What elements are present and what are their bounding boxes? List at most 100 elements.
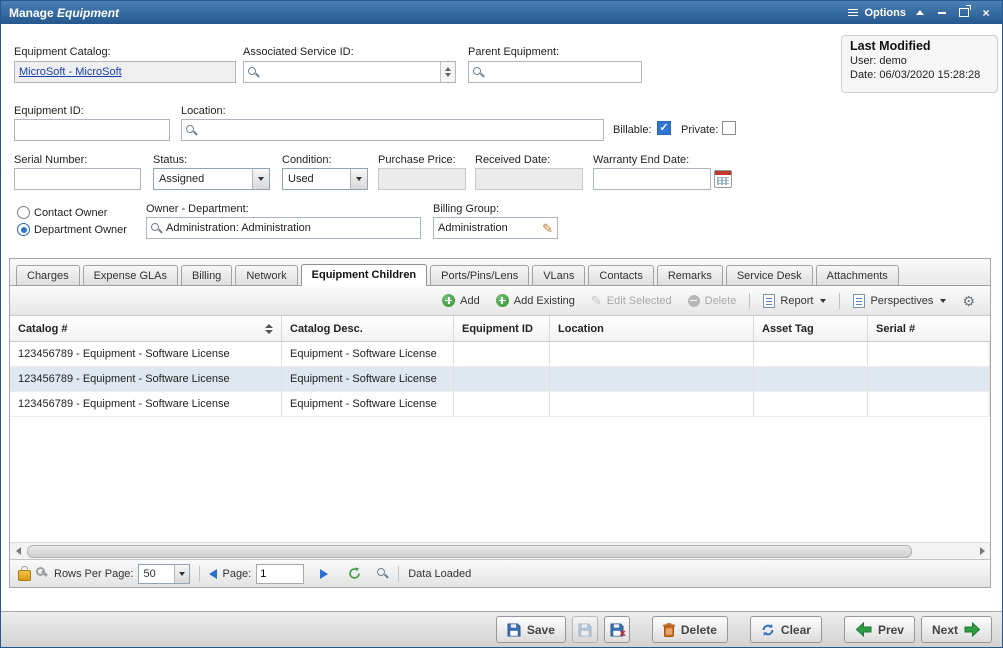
page-input[interactable]: [256, 564, 304, 584]
warranty-end-date-input[interactable]: [598, 173, 706, 185]
tab-remarks[interactable]: Remarks: [657, 265, 723, 285]
chevron-up-icon: [916, 10, 924, 15]
title-emphasis: Equipment: [57, 6, 119, 20]
cell-catalog: 123456789 - Equipment - Software License: [10, 392, 282, 416]
horizontal-scrollbar[interactable]: [10, 542, 990, 559]
cell-serial: [868, 342, 990, 366]
perspectives-button-label: Perspectives: [870, 295, 933, 307]
popout-icon: [959, 8, 969, 17]
edit-pencil-icon[interactable]: ✎: [542, 222, 553, 235]
column-header-asset-tag[interactable]: Asset Tag: [754, 316, 868, 341]
parent-equipment-field[interactable]: [468, 61, 642, 83]
parent-equipment-input[interactable]: [488, 66, 637, 78]
column-header-serial[interactable]: Serial #: [868, 316, 990, 341]
search-icon: [248, 67, 259, 78]
add-button[interactable]: Add: [435, 291, 487, 310]
refresh-icon: [348, 567, 361, 580]
grid-empty-area: [10, 417, 990, 542]
location-field[interactable]: [181, 119, 604, 141]
tab-vlans[interactable]: VLans: [532, 265, 585, 285]
grid-settings-button[interactable]: ⚙: [955, 291, 982, 311]
tab-contacts[interactable]: Contacts: [588, 265, 653, 285]
delete-button[interactable]: Delete: [681, 292, 744, 310]
location-label: Location:: [181, 105, 226, 117]
check-icon: ✓: [659, 123, 668, 134]
scroll-right-button[interactable]: [974, 543, 990, 558]
cell-location: [550, 342, 754, 366]
serial-number-field[interactable]: [14, 168, 141, 190]
edit-selected-button[interactable]: ✎ Edit Selected: [584, 291, 679, 310]
scroll-left-button[interactable]: [10, 543, 26, 558]
perspectives-button[interactable]: Perspectives: [846, 291, 953, 311]
table-row[interactable]: 123456789 - Equipment - Software License…: [10, 342, 990, 367]
owner-department-field[interactable]: Administration: Administration: [146, 217, 421, 239]
equipment-id-field[interactable]: [14, 119, 170, 141]
column-header-equipment-id[interactable]: Equipment ID: [454, 316, 550, 341]
private-checkbox[interactable]: [722, 121, 736, 135]
billable-checkbox[interactable]: ✓: [657, 121, 671, 135]
add-button-label: Add: [460, 295, 480, 307]
tab-expense-glas[interactable]: Expense GLAs: [83, 265, 178, 285]
status-select[interactable]: Assigned: [153, 168, 270, 190]
tab-service-desk[interactable]: Service Desk: [726, 265, 813, 285]
previous-page-icon[interactable]: [209, 569, 217, 579]
refresh-button[interactable]: [348, 567, 361, 580]
spinner-down-icon: [445, 73, 451, 77]
location-input[interactable]: [201, 124, 599, 136]
rows-per-page-label: Rows Per Page:: [54, 568, 133, 580]
table-row[interactable]: 123456789 - Equipment - Software License…: [10, 367, 990, 392]
sort-icon[interactable]: [265, 324, 273, 334]
warranty-end-date-field[interactable]: [593, 168, 711, 190]
scrollbar-thumb[interactable]: [27, 545, 912, 558]
equipment-catalog-link[interactable]: MicroSoft - MicroSoft: [19, 66, 122, 78]
billing-group-field[interactable]: Administration ✎: [433, 217, 558, 239]
next-button-label: Next: [932, 623, 958, 637]
delete-button-label: Delete: [705, 295, 737, 307]
column-header-catalog-desc[interactable]: Catalog Desc.: [282, 316, 454, 341]
column-header-catalog[interactable]: Catalog #: [10, 316, 282, 341]
prev-button[interactable]: Prev: [844, 616, 915, 643]
search-icon[interactable]: [377, 568, 389, 580]
tab-charges[interactable]: Charges: [16, 265, 80, 285]
condition-select[interactable]: Used: [282, 168, 368, 190]
cell-catalog: 123456789 - Equipment - Software License: [10, 342, 282, 366]
next-button[interactable]: Next: [921, 616, 992, 643]
save-and-new-button[interactable]: [572, 616, 598, 643]
save-button[interactable]: Save: [496, 616, 566, 643]
tab-equipment-children[interactable]: Equipment Children: [301, 264, 428, 286]
rows-per-page-value: 50: [143, 568, 155, 580]
add-existing-button[interactable]: Add Existing: [489, 291, 582, 310]
clear-button[interactable]: Clear: [750, 616, 822, 643]
lookup-spinner-button[interactable]: [440, 62, 455, 82]
tab-attachments[interactable]: Attachments: [816, 265, 899, 285]
table-row[interactable]: 123456789 - Equipment - Software License…: [10, 392, 990, 417]
column-header-location[interactable]: Location: [550, 316, 754, 341]
next-page-icon[interactable]: [320, 569, 328, 579]
equipment-id-input[interactable]: [19, 124, 165, 136]
lock-icon[interactable]: [18, 570, 31, 581]
report-button[interactable]: Report: [756, 291, 833, 311]
associated-service-id-input[interactable]: [263, 66, 436, 78]
tab-billing[interactable]: Billing: [181, 265, 232, 285]
save-and-close-button[interactable]: ×: [604, 616, 630, 643]
cell-asset-tag: [754, 342, 868, 366]
close-button[interactable]: ×: [978, 6, 994, 20]
received-date-label: Received Date:: [475, 154, 550, 166]
delete-button[interactable]: Delete: [652, 616, 728, 643]
contact-owner-radio[interactable]: [17, 206, 30, 219]
grid-footer: Rows Per Page: 50 Page: Data Loaded: [10, 559, 990, 587]
department-owner-radio[interactable]: [17, 223, 30, 236]
wrench-icon[interactable]: [36, 567, 49, 580]
cell-serial: [868, 367, 990, 391]
associated-service-id-field[interactable]: [243, 61, 456, 83]
serial-number-input[interactable]: [19, 173, 136, 185]
minimize-button[interactable]: [934, 6, 950, 20]
calendar-icon[interactable]: [714, 170, 732, 188]
rows-per-page-select[interactable]: 50: [138, 564, 190, 584]
tab-ports-pins-lens[interactable]: Ports/Pins/Lens: [430, 265, 529, 285]
collapse-button[interactable]: [912, 6, 928, 20]
tab-network[interactable]: Network: [235, 265, 297, 285]
close-icon: ×: [982, 7, 989, 19]
popout-button[interactable]: [956, 6, 972, 20]
options-button[interactable]: Options: [864, 7, 906, 19]
